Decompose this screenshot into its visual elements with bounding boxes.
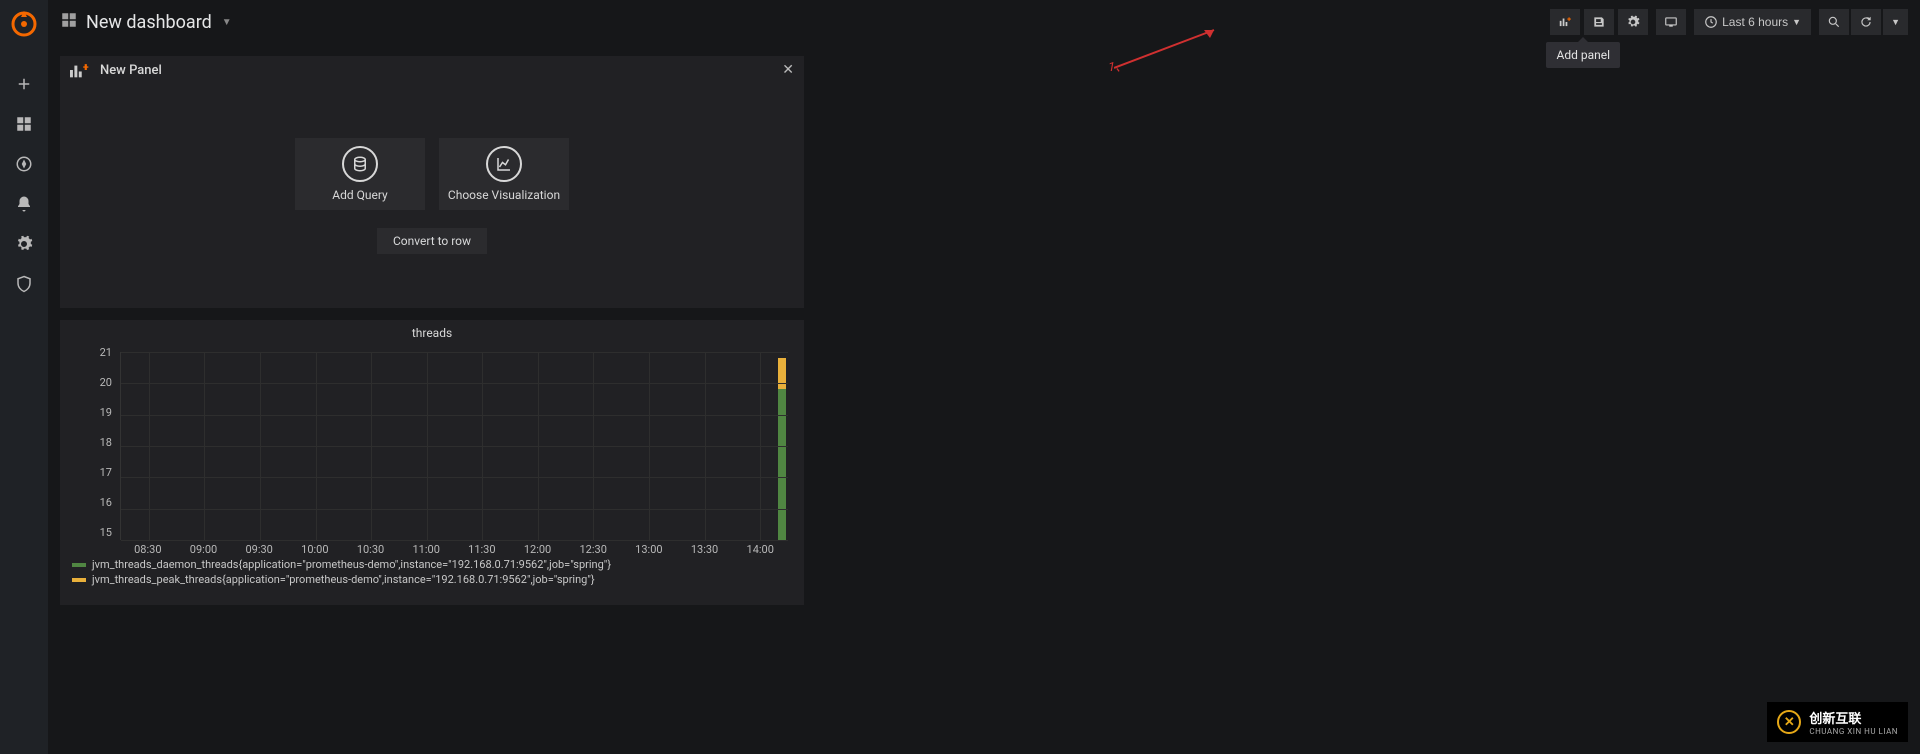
topbar: New dashboard ▼ Last 6 hours ▼ ▼ <box>48 0 1920 44</box>
panel-add-icon <box>70 62 92 78</box>
add-panel-button[interactable] <box>1550 9 1580 35</box>
chart-icon <box>486 146 522 182</box>
watermark-sub: CHUANG XIN HU LIAN <box>1809 727 1898 736</box>
explore-icon[interactable] <box>8 148 40 180</box>
sidebar <box>0 0 48 754</box>
series-bar-peak <box>778 358 786 389</box>
legend-item[interactable]: jvm_threads_peak_threads{application="pr… <box>72 573 792 586</box>
choose-viz-label: Choose Visualization <box>448 188 560 202</box>
dashboard-title-dropdown[interactable]: New dashboard ▼ <box>60 11 232 33</box>
x-axis: 08:3009:0009:3010:0010:3011:0011:3012:00… <box>120 543 788 556</box>
dashboard-icon[interactable] <box>8 108 40 140</box>
new-panel-title: New Panel <box>100 63 162 78</box>
add-query-label: Add Query <box>332 188 387 202</box>
database-icon <box>342 146 378 182</box>
threads-chart-panel: threads 21201918171615 08:3009:0009:3010… <box>60 320 804 605</box>
gear-icon[interactable] <box>8 228 40 260</box>
zoom-out-button[interactable] <box>1819 9 1849 35</box>
close-icon[interactable]: ✕ <box>782 62 794 78</box>
save-button[interactable] <box>1584 9 1614 35</box>
tooltip-add-panel: Add panel <box>1546 42 1620 68</box>
alert-icon[interactable] <box>8 188 40 220</box>
refresh-interval-button[interactable]: ▼ <box>1883 9 1908 35</box>
grid-icon <box>60 11 78 33</box>
watermark-main: 创新互联 <box>1809 708 1898 727</box>
time-range-button[interactable]: Last 6 hours ▼ <box>1694 9 1811 35</box>
grid <box>120 352 788 540</box>
grafana-logo[interactable] <box>8 8 40 40</box>
convert-to-row-button[interactable]: Convert to row <box>377 228 487 254</box>
chevron-down-icon: ▼ <box>222 17 232 28</box>
page-title: New dashboard <box>86 12 212 33</box>
y-axis: 21201918171615 <box>86 346 112 540</box>
chart-plot-area[interactable]: 21201918171615 08:3009:0009:3010:0010:30… <box>120 346 788 552</box>
watermark-icon: ✕ <box>1777 710 1801 734</box>
add-query-button[interactable]: Add Query <box>295 138 425 210</box>
watermark: ✕ 创新互联 CHUANG XIN HU LIAN <box>1767 702 1908 742</box>
annotation-label-1: 1、 <box>1108 56 1128 75</box>
time-range-label: Last 6 hours <box>1722 15 1788 29</box>
cycle-view-button[interactable] <box>1656 9 1686 35</box>
chart-title: threads <box>60 320 804 346</box>
chart-legend: jvm_threads_daemon_threads{application="… <box>60 552 804 594</box>
series-bar-daemon <box>778 389 786 540</box>
refresh-button[interactable] <box>1851 9 1881 35</box>
choose-visualization-button[interactable]: Choose Visualization <box>439 138 569 210</box>
settings-button[interactable] <box>1618 9 1648 35</box>
plus-icon[interactable] <box>8 68 40 100</box>
new-panel: New Panel ✕ Add Query Choose Visualizati… <box>60 56 804 308</box>
shield-icon[interactable] <box>8 268 40 300</box>
legend-item[interactable]: jvm_threads_daemon_threads{application="… <box>72 558 792 571</box>
